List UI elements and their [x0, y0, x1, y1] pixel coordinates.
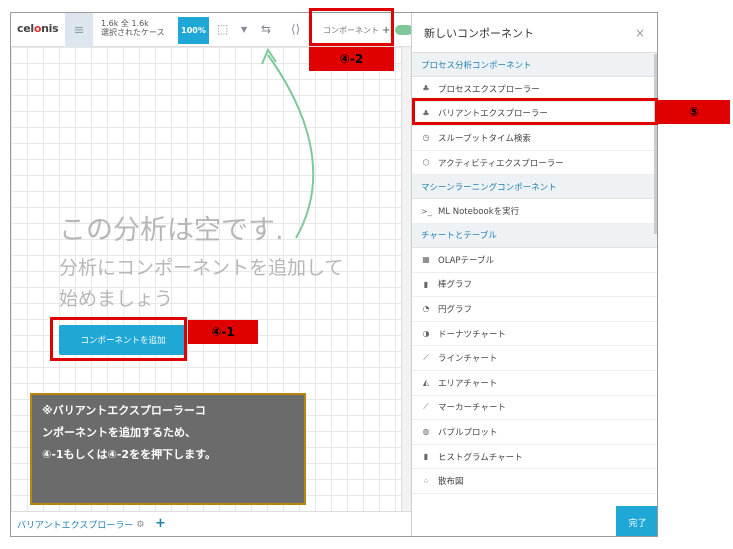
- highlight-toolbar-component: [309, 8, 394, 46]
- highlight-variant-explorer: [412, 98, 658, 125]
- instruction-note: ※バリアントエクスプローラーコ ンポーネントを追加するため、 ④-1もしくは④-…: [30, 393, 306, 505]
- highlight-add-button: [50, 317, 187, 361]
- callout-4-1: ④-1: [188, 320, 258, 344]
- callout-4-2: ④-2: [309, 47, 394, 71]
- callout-5: ⑤: [658, 100, 730, 124]
